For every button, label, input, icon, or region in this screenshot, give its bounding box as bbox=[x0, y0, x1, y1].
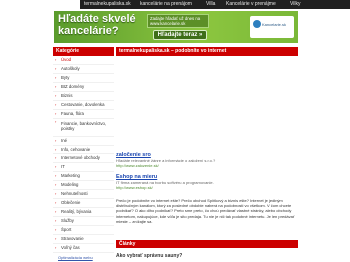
main-content: termalnekupaliska.sk – podobníte vo inte… bbox=[116, 47, 298, 56]
chevron-right-icon: › bbox=[55, 244, 57, 250]
sidebar-item-label: Stravovanie bbox=[61, 235, 84, 241]
chevron-right-icon: › bbox=[55, 164, 57, 170]
chevron-right-icon: › bbox=[55, 92, 57, 98]
chevron-right-icon: › bbox=[55, 209, 57, 215]
sidebar-item-label: Autoškoly bbox=[61, 65, 80, 71]
banner-logo: Kancelarie.sk bbox=[250, 16, 294, 38]
sidebar-footer-link[interactable]: Optimalizácia webu bbox=[53, 255, 114, 260]
chevron-right-icon: › bbox=[55, 182, 57, 188]
sidebar-item-financie[interactable]: › Financie, bankovníctvo, poistky bbox=[53, 118, 114, 137]
sidebar-item-label: Úvod bbox=[61, 57, 72, 62]
sidebar-item-label: Byty bbox=[61, 74, 70, 80]
sidebar-item-oblecenie[interactable]: › Oblečenie bbox=[53, 199, 114, 209]
sidebar-item-label: Iné bbox=[61, 137, 67, 143]
chevron-right-icon: › bbox=[55, 57, 57, 62]
chevron-right-icon: › bbox=[55, 155, 57, 161]
chevron-right-icon: › bbox=[55, 226, 57, 232]
sidebar-item-marketing[interactable]: › Marketing bbox=[53, 172, 114, 182]
sidebar-item-label: Internetové obchody bbox=[61, 155, 100, 161]
sidebar-item-biz-domeny[interactable]: › BIZ domény bbox=[53, 82, 114, 92]
sidebar-item-label: Modeling bbox=[61, 182, 79, 188]
sidebar-item-nehnutelnosti[interactable]: › Nehnuteľnosti bbox=[53, 190, 114, 200]
sidebar-title: Kategórie bbox=[53, 47, 114, 56]
sidebar-item-uvod[interactable]: › Úvod bbox=[53, 56, 114, 65]
chevron-right-icon: › bbox=[55, 101, 57, 107]
banner-info-box: Zadajte hľadať už dnes na www.kancelarie… bbox=[147, 14, 209, 28]
sidebar-item-reality[interactable]: › Realitý, bývania bbox=[53, 208, 114, 217]
sidebar-item-byty[interactable]: › Byty bbox=[53, 73, 114, 83]
sidebar-item-fauna[interactable]: › Fauna, flóra bbox=[53, 109, 114, 119]
chevron-right-icon: › bbox=[55, 83, 57, 89]
logo-icon bbox=[253, 20, 261, 28]
topnav-link-offices-lease[interactable]: Kancelárie v prenájme bbox=[226, 0, 276, 9]
sidebar-item-info[interactable]: › Info, cehovanie bbox=[53, 145, 114, 155]
chevron-right-icon: › bbox=[55, 137, 57, 143]
top-navigation: termalnekupaliska.sk kancelárie na prená… bbox=[0, 0, 350, 10]
topnav-link-villa[interactable]: Villa bbox=[206, 0, 215, 9]
sidebar-item-internetove-obchody[interactable]: › Internetové obchody bbox=[53, 154, 114, 164]
sidebar-item-sport[interactable]: › Šport bbox=[53, 225, 114, 235]
category-sidebar: Kategórie › Úvod › Autoškoly › Byty › BIZ do… bbox=[53, 47, 114, 260]
intro-text: Prečo je podobníte vo internet ešte? Pre… bbox=[116, 198, 295, 224]
banner-headline: Hľadáte skvelé kancelárie? bbox=[58, 13, 136, 37]
chevron-right-icon: › bbox=[55, 146, 57, 152]
sidebar-item-label: Nehnuteľnosti bbox=[61, 191, 88, 197]
ad-banner[interactable]: Hľadáte skvelé kancelárie? Zadajte hľada… bbox=[54, 11, 298, 43]
sidebar-item-modeling[interactable]: › Modeling bbox=[53, 181, 114, 191]
banner-cta-button[interactable]: Hľadajte teraz » bbox=[153, 30, 207, 40]
sidebar-item-label: Služby bbox=[61, 218, 74, 223]
topnav-link-offices-rent[interactable]: kancelárie na prenájom bbox=[140, 0, 192, 9]
chevron-right-icon: › bbox=[55, 65, 57, 71]
sidebar-item-autoskoly[interactable]: › Autoškoly bbox=[53, 64, 114, 74]
ad-listing: zaločenie sro Hľadáte relevantné žánre a… bbox=[116, 152, 298, 196]
sidebar-item-label: Cestovanie, dovolenka bbox=[61, 101, 105, 107]
ad-item[interactable]: Eshop na mieru IT firma zameraná na tvor… bbox=[116, 174, 298, 190]
sidebar-item-label: Financie, bankovníctvo, poistky bbox=[61, 120, 107, 132]
sidebar-item-it[interactable]: › IT bbox=[53, 163, 114, 173]
chevron-right-icon: › bbox=[55, 235, 57, 241]
sidebar-item-label: Šport bbox=[61, 226, 72, 232]
chevron-right-icon: › bbox=[55, 110, 57, 116]
breadcrumb-site[interactable]: termalnekupaliska.sk bbox=[119, 48, 170, 54]
chevron-right-icon: › bbox=[55, 118, 57, 124]
main-header: termalnekupaliska.sk – podobníte vo inte… bbox=[116, 47, 298, 56]
sidebar-item-label: Info, cehovanie bbox=[61, 146, 91, 152]
sidebar-item-biznis[interactable]: › Biznis bbox=[53, 91, 114, 101]
chevron-right-icon: › bbox=[55, 74, 57, 80]
sidebar-item-label: Oblečenie bbox=[61, 200, 81, 206]
sidebar-item-volny-cas[interactable]: › Voľný čas bbox=[53, 243, 114, 253]
sidebar-item-label: Biznis bbox=[61, 92, 73, 98]
banner-logo-text: Kancelarie.sk bbox=[262, 22, 287, 27]
topnav-link-site[interactable]: termalnekupaliska.sk bbox=[84, 0, 131, 9]
sidebar-item-ine[interactable]: › Iné bbox=[53, 136, 114, 146]
chevron-right-icon: › bbox=[55, 191, 57, 197]
chevron-right-icon: › bbox=[55, 200, 57, 206]
article-title-link[interactable]: Ako vybrať správnu sauny? bbox=[116, 253, 182, 259]
chevron-right-icon: › bbox=[55, 218, 57, 223]
sidebar-item-sluzby[interactable]: › Služby bbox=[53, 217, 114, 226]
sidebar-item-label: BIZ domény bbox=[61, 83, 85, 89]
sidebar-item-label: Voľný čas bbox=[61, 244, 80, 250]
sidebar-item-label: Fauna, flóra bbox=[61, 110, 84, 116]
articles-header: Články bbox=[116, 240, 298, 248]
sidebar-item-cestovanie[interactable]: › Cestovanie, dovolenka bbox=[53, 100, 114, 110]
sidebar-item-label: Marketing bbox=[61, 173, 80, 179]
chevron-right-icon: › bbox=[55, 173, 57, 179]
sidebar-item-label: IT bbox=[61, 164, 65, 170]
ad-item[interactable]: zaločenie sro Hľadáte relevantné žánre a… bbox=[116, 152, 298, 168]
ad-url[interactable]: http://www.zalozenie.sk/ bbox=[116, 163, 298, 168]
sidebar-item-label: Realitý, bývania bbox=[61, 209, 92, 215]
breadcrumb-page: – podobníte vo internet bbox=[169, 48, 227, 54]
ad-url[interactable]: http://www.eshop.sk/ bbox=[116, 185, 298, 190]
sidebar-item-stravovanie[interactable]: › Stravovanie bbox=[53, 234, 114, 244]
topnav-link-vilky[interactable]: Vilky bbox=[290, 0, 300, 9]
